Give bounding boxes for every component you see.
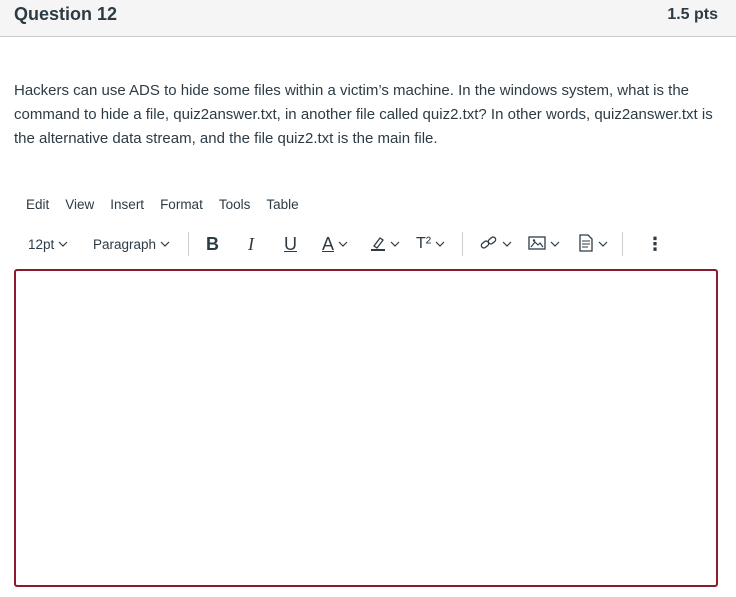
underline-button[interactable]: U (284, 230, 297, 258)
highlight-color-button[interactable] (370, 230, 400, 258)
font-size-value: 12pt (28, 236, 55, 252)
image-icon (528, 235, 546, 254)
chevron-down-icon (598, 239, 608, 249)
document-button[interactable] (578, 230, 608, 258)
menu-tools[interactable]: Tools (211, 196, 259, 216)
chevron-down-icon (58, 239, 68, 249)
document-icon (578, 233, 594, 255)
chevron-down-icon (550, 239, 560, 249)
editor-toolbar: 12pt Paragraph B I U A T² ⋮ (18, 230, 668, 258)
chevron-down-icon (502, 239, 512, 249)
chevron-down-icon (435, 239, 445, 249)
editor-menubar: Edit View Insert Format Tools Table (18, 196, 307, 216)
menu-table[interactable]: Table (258, 196, 306, 216)
toolbar-divider (462, 232, 463, 256)
question-header: Question 12 1.5 pts (0, 0, 736, 37)
block-format-value: Paragraph (93, 236, 157, 252)
question-title: Question 12 (14, 4, 118, 24)
chevron-down-icon (160, 239, 170, 249)
rich-text-editor-area[interactable] (14, 269, 718, 587)
question-points: 1.5 pts (667, 6, 718, 23)
toolbar-divider (622, 232, 623, 256)
link-button[interactable] (480, 230, 512, 258)
toolbar-divider (188, 232, 189, 256)
font-size-dropdown[interactable]: 12pt (28, 230, 68, 258)
more-options-button[interactable]: ⋮ (646, 230, 664, 258)
superscript-glyph: T² (416, 235, 432, 252)
block-format-dropdown[interactable]: Paragraph (93, 230, 170, 258)
superscript-button[interactable]: T² (416, 230, 445, 258)
chevron-down-icon (390, 239, 400, 249)
menu-format[interactable]: Format (152, 196, 211, 216)
menu-insert[interactable]: Insert (102, 196, 152, 216)
bold-button[interactable]: B (206, 230, 219, 258)
text-color-glyph: A (322, 234, 335, 254)
highlighter-icon (370, 235, 386, 254)
menu-view[interactable]: View (57, 196, 102, 216)
chevron-down-icon (338, 239, 348, 249)
link-icon (480, 235, 498, 254)
menu-edit[interactable]: Edit (18, 196, 57, 216)
text-color-button[interactable]: A (322, 230, 348, 258)
italic-button[interactable]: I (248, 230, 254, 258)
image-button[interactable] (528, 230, 560, 258)
question-text: Hackers can use ADS to hide some files w… (14, 82, 713, 147)
